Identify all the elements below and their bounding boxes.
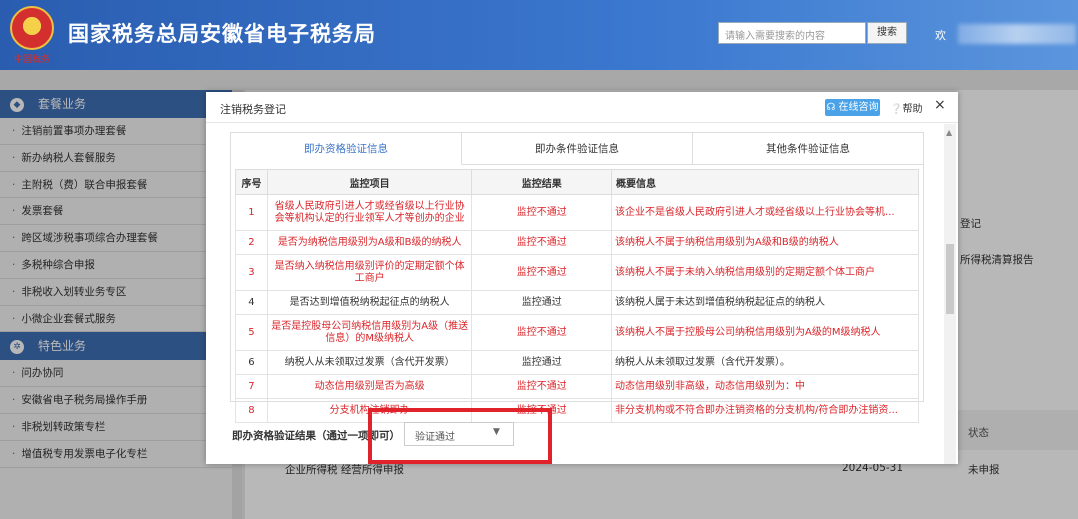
- cell-item: 是否纳入纳税信用级别评价的定期定额个体工商户: [266, 254, 473, 291]
- cell-no: 8: [235, 398, 268, 423]
- cell-result: 监控不通过: [471, 254, 613, 291]
- cell-no: 5: [235, 314, 268, 351]
- cell-summary: 动态信用级别非高级，动态信用级别为：中: [611, 374, 919, 399]
- help-label: 帮助: [902, 104, 923, 115]
- table-row: 8 分支机构注销即办 监控不通过 非分支机构或不符合即办注销资格的分支机构/符合即办注…: [235, 398, 919, 423]
- table-row: 4 是否达到增值税纳税起征点的纳税人 监控通过 该纳税人属于未达到增值税纳税起征点的纳…: [235, 290, 919, 315]
- dialog-title: 注销税务登记: [220, 103, 286, 116]
- table-row: 6 纳税人从未领取过发票（含代开发票） 监控通过 纳税人从未领取过发票（含代开发票）。: [235, 350, 919, 375]
- cell-result: 监控不通过: [471, 374, 613, 399]
- table-row: 5 是否是控股母公司纳税信用级别为A级（推送信息）的M级纳税人 监控不通过 该纳税人不…: [235, 314, 919, 351]
- monitoring-table: 序号 监控项目 监控结果 概要信息 1 省级人民政府引进人才或经省级以上行业协会等…: [235, 169, 919, 423]
- online-consult-label: 在线咨询: [838, 102, 879, 113]
- header-result: 监控结果: [471, 169, 613, 195]
- cell-summary: 该纳税人不属于未纳入纳税信用级别的定期定额个体工商户: [611, 254, 919, 291]
- header-item: 监控项目: [266, 169, 473, 195]
- cell-summary: 该企业不是省级人民政府引进人才或经省级以上行业协会等机...: [611, 194, 919, 231]
- cell-item: 省级人民政府引进人才或经省级以上行业协会等机构认定的行业领军人才等创办的企业: [266, 194, 473, 231]
- dialog-header: 注销税务登记 ☊ 在线咨询 ❔帮助 ×: [206, 92, 958, 123]
- cell-item: 是否是控股母公司纳税信用级别为A级（推送信息）的M级纳税人: [266, 314, 473, 351]
- cell-result: 监控通过: [471, 290, 613, 315]
- tab-other-conditions[interactable]: 其他条件验证信息: [693, 133, 923, 165]
- cell-no: 1: [235, 194, 268, 231]
- cell-result: 监控通过: [471, 350, 613, 375]
- table-row: 3 是否纳入纳税信用级别评价的定期定额个体工商户 监控不通过 该纳税人不属于未纳入纳税…: [235, 254, 919, 291]
- deregistration-dialog: 注销税务登记 ☊ 在线咨询 ❔帮助 × ▲ 即办资格验证信息 即办条件验证信息 …: [206, 92, 958, 464]
- header-no: 序号: [235, 169, 268, 195]
- blurred-user-name: [958, 24, 1076, 44]
- cell-summary: 纳税人从未领取过发票（含代开发票）。: [611, 350, 919, 375]
- scroll-thumb[interactable]: [946, 244, 954, 314]
- table-row: 7 动态信用级别是否为高级 监控不通过 动态信用级别非高级，动态信用级别为：中: [235, 374, 919, 399]
- cell-no: 7: [235, 374, 268, 399]
- cell-item: 是否达到增值税纳税起征点的纳税人: [266, 290, 473, 315]
- table-row: 2 是否为纳税信用级别为A级和B级的纳税人 监控不通过 该纳税人不属于纳税信用级别为A…: [235, 230, 919, 255]
- cell-result: 监控不通过: [471, 194, 613, 231]
- cell-no: 3: [235, 254, 268, 291]
- cell-summary: 该纳税人属于未达到增值税纳税起征点的纳税人: [611, 290, 919, 315]
- site-header: 中国税务 国家税务总局安徽省电子税务局 请输入需要搜索的内容 搜索 欢: [0, 0, 1078, 70]
- cell-summary: 该纳税人不属于纳税信用级别为A级和B级的纳税人: [611, 230, 919, 255]
- close-button[interactable]: ×: [934, 97, 946, 113]
- cell-no: 4: [235, 290, 268, 315]
- cell-summary: 该纳税人不属于控股母公司纳税信用级别为A级的M级纳税人: [611, 314, 919, 351]
- highlight-annotation: [368, 408, 552, 464]
- tab-instant-conditions[interactable]: 即办条件验证信息: [462, 133, 693, 165]
- emblem-caption: 中国税务: [13, 55, 50, 65]
- cell-no: 6: [235, 350, 268, 375]
- verification-panel: 即办资格验证信息 即办条件验证信息 其他条件验证信息 序号 监控项目 监控结果 …: [230, 132, 924, 423]
- online-consult-button[interactable]: ☊ 在线咨询: [825, 99, 880, 116]
- cell-summary: 非分支机构或不符合即办注销资格的分支机构/符合即办注销资...: [611, 398, 919, 423]
- tab-instant-qualification[interactable]: 即办资格验证信息: [231, 133, 462, 165]
- cell-result: 监控不通过: [471, 230, 613, 255]
- cell-item: 是否为纳税信用级别为A级和B级的纳税人: [266, 230, 473, 255]
- cell-item: 动态信用级别是否为高级: [266, 374, 473, 399]
- tax-emblem-icon: [10, 6, 54, 50]
- search-button[interactable]: 搜索: [867, 22, 907, 44]
- cell-no: 2: [235, 230, 268, 255]
- table-row: 1 省级人民政府引进人才或经省级以上行业协会等机构认定的行业领军人才等创办的企业监…: [235, 194, 919, 231]
- cell-result: 监控不通过: [471, 314, 613, 351]
- search-input[interactable]: 请输入需要搜索的内容: [718, 22, 866, 44]
- table-header-row: 序号 监控项目 监控结果 概要信息: [235, 169, 919, 195]
- dialog-scrollbar[interactable]: ▲: [944, 124, 956, 464]
- scroll-up-icon[interactable]: ▲: [946, 128, 952, 137]
- header-summary: 概要信息: [611, 169, 919, 195]
- help-button[interactable]: ❔帮助: [890, 100, 922, 115]
- cell-item: 纳税人从未领取过发票（含代开发票）: [266, 350, 473, 375]
- welcome-text: 欢: [935, 29, 946, 42]
- site-title: 国家税务总局安徽省电子税务局: [68, 22, 376, 46]
- help-icon: ❔: [890, 104, 903, 115]
- tab-bar: 即办资格验证信息 即办条件验证信息 其他条件验证信息: [231, 133, 923, 165]
